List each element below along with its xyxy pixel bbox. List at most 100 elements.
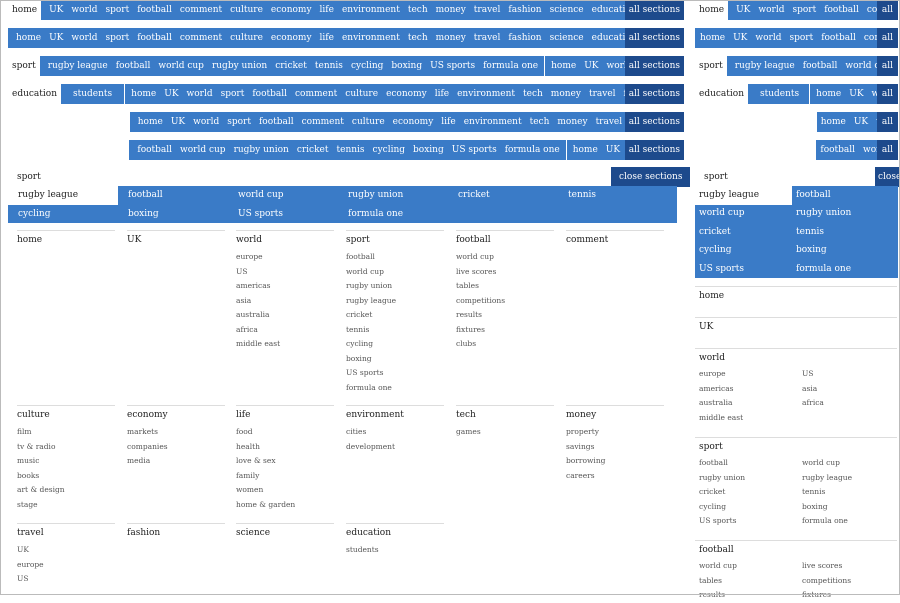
breadcrumb-education[interactable]: education bbox=[12, 112, 65, 132]
subnav-item-rugby-union[interactable]: rugby union bbox=[230, 140, 293, 160]
nav-item-travel[interactable]: travel bbox=[470, 0, 505, 20]
section-heading-uk[interactable]: UK bbox=[127, 235, 225, 245]
nav-item-world[interactable]: world bbox=[67, 0, 101, 20]
subnav-item-boxing[interactable]: boxing bbox=[387, 56, 426, 76]
all-sections-button[interactable]: all sections bbox=[624, 140, 684, 160]
subnav-item-rugby-league[interactable]: rugby league bbox=[731, 56, 799, 76]
subnav-item-cycling[interactable]: cycling bbox=[347, 56, 387, 76]
nav-item-travel[interactable]: travel bbox=[470, 28, 505, 48]
section-heading-money[interactable]: money bbox=[566, 410, 664, 420]
section-heading-world[interactable]: world bbox=[236, 235, 334, 245]
section-heading-culture[interactable]: culture bbox=[17, 410, 115, 420]
section-heading-world[interactable]: world bbox=[695, 353, 897, 363]
menu-current-sport[interactable]: sport bbox=[8, 172, 41, 182]
nav-item-uk[interactable]: UK bbox=[850, 112, 872, 132]
nav-item-tech[interactable]: tech bbox=[404, 28, 432, 48]
nav-item-life[interactable]: life bbox=[437, 112, 459, 132]
section-link-home-garden[interactable]: home & garden bbox=[236, 498, 334, 513]
nav-item-uk[interactable]: UK bbox=[160, 84, 182, 104]
nav-item-comment[interactable]: comment bbox=[176, 0, 226, 20]
section-link-americas[interactable]: americas bbox=[236, 279, 334, 294]
nav-item-sport[interactable]: sport bbox=[785, 28, 817, 48]
subnav-item-students[interactable]: students bbox=[69, 84, 116, 104]
breadcrumb-rugby-league[interactable]: rugby league bbox=[55, 140, 123, 160]
section-link-media[interactable]: media bbox=[127, 454, 225, 469]
section-link-rugby-union[interactable]: rugby union bbox=[346, 279, 444, 294]
nav-item-football[interactable]: football bbox=[248, 84, 291, 104]
section-link-love-sex[interactable]: love & sex bbox=[236, 454, 334, 469]
nav-item-economy[interactable]: economy bbox=[267, 28, 316, 48]
section-link-cities[interactable]: cities bbox=[346, 425, 444, 440]
subnav-item-cycling[interactable]: cycling bbox=[8, 205, 118, 224]
subnav-item-students[interactable]: students bbox=[756, 84, 803, 104]
section-heading-science[interactable]: science bbox=[236, 528, 334, 538]
section-link-stage[interactable]: stage bbox=[17, 498, 115, 513]
subnav-item-formula-one[interactable]: formula one bbox=[501, 140, 564, 160]
section-heading-environment[interactable]: environment bbox=[346, 410, 444, 420]
nav-item-money[interactable]: money bbox=[547, 84, 585, 104]
subnav-item-football[interactable]: football bbox=[816, 140, 859, 160]
nav-item-life[interactable]: life bbox=[316, 28, 338, 48]
subnav-item-world-cup[interactable]: world cup bbox=[154, 56, 208, 76]
section-link-cycling[interactable]: cycling bbox=[699, 500, 802, 515]
breadcrumb-students[interactable]: students bbox=[77, 112, 124, 132]
section-link-rugby-union[interactable]: rugby union bbox=[699, 471, 802, 486]
nav-item-science[interactable]: science bbox=[546, 0, 588, 20]
section-heading-comment[interactable]: comment bbox=[566, 235, 664, 245]
nav-item-education[interactable]: education bbox=[695, 84, 748, 104]
section-link-students[interactable]: students bbox=[346, 543, 444, 558]
nav-item-home[interactable]: home bbox=[547, 56, 580, 76]
nav-item-sport[interactable]: sport bbox=[217, 84, 249, 104]
all-sections-button[interactable]: all sections bbox=[624, 28, 684, 48]
section-link-americas[interactable]: americas bbox=[699, 382, 802, 397]
section-link-development[interactable]: development bbox=[346, 440, 444, 455]
nav-item-environment[interactable]: environment bbox=[453, 84, 519, 104]
nav-item-uk[interactable]: UK bbox=[729, 28, 751, 48]
section-link-companies[interactable]: companies bbox=[127, 440, 225, 455]
nav-item-football[interactable]: football bbox=[133, 0, 176, 20]
subnav-item-tennis[interactable]: tennis bbox=[792, 223, 898, 242]
nav-item-home[interactable]: home bbox=[696, 28, 729, 48]
subnav-item-world-cup[interactable]: world cup bbox=[695, 204, 792, 223]
nav-item-uk[interactable]: UK bbox=[45, 0, 67, 20]
section-link-us-sports[interactable]: US sports bbox=[699, 514, 802, 529]
nav-item-home[interactable]: home bbox=[12, 28, 45, 48]
nav-item-sport[interactable]: sport bbox=[101, 0, 133, 20]
section-heading-tech[interactable]: tech bbox=[456, 410, 554, 420]
all-sections-button[interactable]: all bbox=[876, 112, 898, 132]
section-link-africa[interactable]: africa bbox=[802, 396, 900, 411]
section-link-world-cup[interactable]: world cup bbox=[346, 265, 444, 280]
section-link-live-scores[interactable]: live scores bbox=[802, 559, 900, 574]
subnav-item-football[interactable]: football bbox=[112, 56, 155, 76]
section-link-family[interactable]: family bbox=[236, 469, 334, 484]
nav-item-world[interactable]: world bbox=[754, 0, 788, 20]
section-link-asia[interactable]: asia bbox=[802, 382, 900, 397]
nav-item-fashion[interactable]: fashion bbox=[504, 0, 545, 20]
nav-item-tech[interactable]: tech bbox=[404, 0, 432, 20]
nav-item-football[interactable]: football bbox=[255, 112, 298, 132]
nav-item-comment[interactable]: comment bbox=[298, 112, 348, 132]
section-link-cricket[interactable]: cricket bbox=[699, 485, 802, 500]
section-link-tables[interactable]: tables bbox=[699, 574, 802, 589]
section-heading-football[interactable]: football bbox=[695, 545, 897, 555]
section-link-tv-radio[interactable]: tv & radio bbox=[17, 440, 115, 455]
subnav-item-football[interactable]: football bbox=[799, 56, 842, 76]
subnav-item-us-sports[interactable]: US sports bbox=[695, 260, 792, 279]
breadcrumb-rugby-league[interactable]: rugby league bbox=[742, 140, 810, 160]
section-link-music[interactable]: music bbox=[17, 454, 115, 469]
subnav-item-us-sports[interactable]: US sports bbox=[228, 205, 338, 224]
all-sections-button[interactable]: all bbox=[876, 28, 898, 48]
subnav-item-rugby-union[interactable]: rugby union bbox=[792, 204, 898, 223]
section-link-film[interactable]: film bbox=[17, 425, 115, 440]
nav-item-tech[interactable]: tech bbox=[526, 112, 554, 132]
subnav-item-cycling[interactable]: cycling bbox=[369, 140, 409, 160]
section-link-fixtures[interactable]: fixtures bbox=[802, 588, 900, 603]
section-link-property[interactable]: property bbox=[566, 425, 664, 440]
nav-item-tech[interactable]: tech bbox=[519, 84, 547, 104]
subnav-item-tennis[interactable]: tennis bbox=[333, 140, 369, 160]
breadcrumb-education[interactable]: education bbox=[699, 112, 752, 132]
all-sections-button[interactable]: all bbox=[876, 140, 898, 160]
section-link-borrowing[interactable]: borrowing bbox=[566, 454, 664, 469]
nav-item-culture[interactable]: culture bbox=[226, 0, 267, 20]
all-sections-button[interactable]: all sections bbox=[624, 0, 684, 20]
